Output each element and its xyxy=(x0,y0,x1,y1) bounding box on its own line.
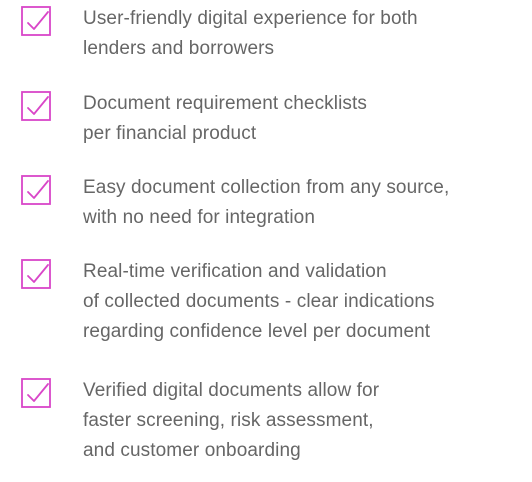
checkbox-check-icon xyxy=(21,91,51,121)
feature-text-line: Easy document collection from any source… xyxy=(83,177,450,198)
feature-text: Easy document collection from any source… xyxy=(83,173,532,233)
checkbox-check-icon xyxy=(21,378,51,408)
feature-text-line: per financial product xyxy=(83,123,257,144)
feature-text-line: User-friendly digital experience for bot… xyxy=(83,8,418,29)
feature-text-line: and customer onboarding xyxy=(83,440,301,461)
feature-text-line: lenders and borrowers xyxy=(83,38,275,59)
checkbox-check-icon xyxy=(21,6,51,36)
feature-text: User-friendly digital experience for bot… xyxy=(83,4,532,64)
checkbox-check-icon xyxy=(21,175,51,205)
feature-text-line: Verified digital documents allow for xyxy=(83,380,380,401)
feature-text-line: Real-time verification and validation xyxy=(83,261,387,282)
feature-text-line: Document requirement checklists xyxy=(83,93,367,114)
feature-text: Real-time verification and validation of… xyxy=(83,257,532,347)
feature-text-line: regarding confidence level per document xyxy=(83,321,431,342)
feature-list: User-friendly digital experience for bot… xyxy=(0,0,532,482)
feature-text-line: faster screening, risk assessment, xyxy=(83,410,374,431)
feature-text-line: of collected documents - clear indicatio… xyxy=(83,291,435,312)
feature-text: Verified digital documents allow for fas… xyxy=(83,376,532,466)
feature-text-line: with no need for integration xyxy=(83,207,316,228)
feature-text: Document requirement checklists per fina… xyxy=(83,89,532,149)
checkbox-check-icon xyxy=(21,259,51,289)
